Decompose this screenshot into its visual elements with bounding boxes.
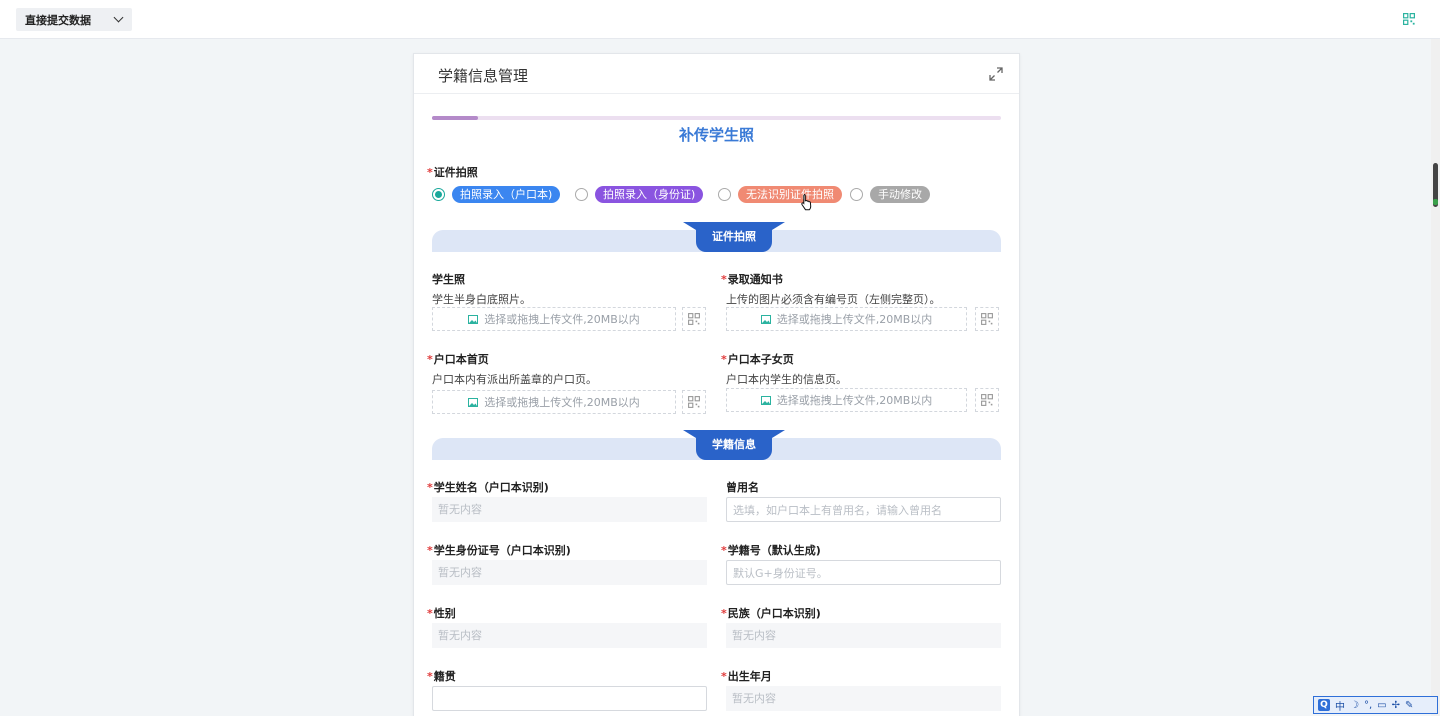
section-title: 补传学生照 <box>678 126 754 144</box>
card-header: 学籍信息管理 <box>414 54 1019 94</box>
ime-language[interactable]: 中 <box>1335 698 1345 713</box>
upload-hint-admission-letter: 上传的图片必须含有编号页（左侧完整页）。 <box>726 293 941 306</box>
field-label-former-name: 曾用名 <box>726 481 759 494</box>
top-bar: 直接提交数据 <box>0 0 1440 39</box>
upload-label-student-photo: 学生照 <box>432 273 465 286</box>
cert-photo-label: *证件拍照 <box>427 166 478 179</box>
punctuation-icon[interactable]: °, <box>1364 700 1372 711</box>
ime-logo: Q <box>1318 699 1330 711</box>
qr-code-icon[interactable] <box>1403 13 1415 25</box>
field-label-birth-date: *出生年月 <box>721 670 772 683</box>
option-manual[interactable]: 手动修改 <box>870 186 930 203</box>
upload-hint-student-photo: 学生半身白底照片。 <box>432 293 531 306</box>
ethnicity-field: 暂无内容 <box>726 623 1001 648</box>
qr-code-icon <box>688 396 700 408</box>
upload-label-admission-letter: *录取通知书 <box>721 273 783 286</box>
gender-field: 暂无内容 <box>432 623 707 648</box>
form-card: 学籍信息管理 补传学生照 *证件拍照 拍照录入（户口本) 拍照录入（身份证) 无… <box>413 53 1020 716</box>
field-label-ethnicity: *民族（户口本识别) <box>721 607 821 620</box>
upload-area-hukou-child[interactable]: 选择或拖拽上传文件,20MB以内 <box>726 388 967 412</box>
image-icon <box>760 314 771 324</box>
ime-toolbar[interactable]: Q 中 ☽ °, ▭ ✢ ✎ <box>1313 696 1438 714</box>
step-progress-bar <box>432 116 1001 120</box>
qr-code-icon <box>688 313 700 325</box>
id-number-field: 暂无内容 <box>432 560 707 585</box>
upload-label-hukou-child: *户口本子女页 <box>721 353 794 366</box>
qr-upload-button[interactable] <box>975 388 999 412</box>
option-radio-2[interactable] <box>575 188 588 201</box>
student-name-field: 暂无内容 <box>432 497 707 522</box>
field-label-id-number: *学生身份证号（户口本识别) <box>427 544 571 557</box>
field-label-gender: *性别 <box>427 607 456 620</box>
section-banner-cert: 证件拍照 <box>432 222 1001 252</box>
former-name-input[interactable]: 选填，如户口本上有曾用名，请输入曾用名 <box>726 497 1001 522</box>
upload-area-hukou-front[interactable]: 选择或拖拽上传文件,20MB以内 <box>432 390 676 414</box>
banner-tab-student-info: 学籍信息 <box>683 430 785 460</box>
submit-mode-select[interactable]: 直接提交数据 <box>16 8 132 31</box>
upload-hint-hukou-child: 户口本内学生的信息页。 <box>726 373 847 386</box>
option-idcard[interactable]: 拍照录入（身份证) <box>595 186 704 203</box>
expand-icon[interactable] <box>989 67 1003 81</box>
image-icon <box>468 397 479 407</box>
field-label-student-name: *学生姓名（户口本识别) <box>427 481 549 494</box>
settings-icon[interactable]: ✢ <box>1392 700 1400 711</box>
birth-date-field: 暂无内容 <box>726 686 1001 711</box>
option-radio-1[interactable] <box>432 188 445 201</box>
field-label-native-place: *籍贯 <box>427 670 456 683</box>
scrollbar-marker <box>1433 199 1438 205</box>
moon-icon[interactable]: ☽ <box>1350 700 1359 711</box>
native-place-input[interactable] <box>432 686 707 711</box>
page-title: 学籍信息管理 <box>438 67 529 85</box>
image-icon <box>760 395 771 405</box>
submit-mode-label: 直接提交数据 <box>25 13 91 27</box>
page-scrollbar[interactable] <box>1431 39 1440 716</box>
qr-code-icon <box>981 394 993 406</box>
section-banner-student-info: 学籍信息 <box>432 430 1001 460</box>
image-icon <box>468 314 479 324</box>
upload-hint-hukou-front: 户口本内有派出所盖章的户口页。 <box>432 373 597 386</box>
hand-cursor-icon <box>801 194 812 211</box>
qr-upload-button[interactable] <box>682 390 706 414</box>
student-code-input[interactable]: 默认G+身份证号。 <box>726 560 1001 585</box>
banner-tab-cert: 证件拍照 <box>683 222 785 252</box>
option-radio-3[interactable] <box>718 188 731 201</box>
wrench-icon[interactable]: ✎ <box>1405 700 1413 711</box>
field-label-student-code: *学籍号（默认生成) <box>721 544 821 557</box>
upload-label-hukou-front: *户口本首页 <box>427 353 489 366</box>
upload-area-admission-letter[interactable]: 选择或拖拽上传文件,20MB以内 <box>726 307 967 331</box>
option-hukou[interactable]: 拍照录入（户口本) <box>452 186 561 203</box>
option-unrecognized[interactable]: 无法识别证件拍照 <box>738 186 842 203</box>
upload-area-student-photo[interactable]: 选择或拖拽上传文件,20MB以内 <box>432 307 676 331</box>
chevron-down-icon <box>113 12 124 23</box>
keyboard-icon[interactable]: ▭ <box>1377 700 1386 711</box>
step-progress-fill <box>432 116 478 120</box>
qr-upload-button[interactable] <box>682 307 706 331</box>
qr-upload-button[interactable] <box>975 307 999 331</box>
option-radio-4[interactable] <box>850 188 863 201</box>
qr-code-icon <box>981 313 993 325</box>
